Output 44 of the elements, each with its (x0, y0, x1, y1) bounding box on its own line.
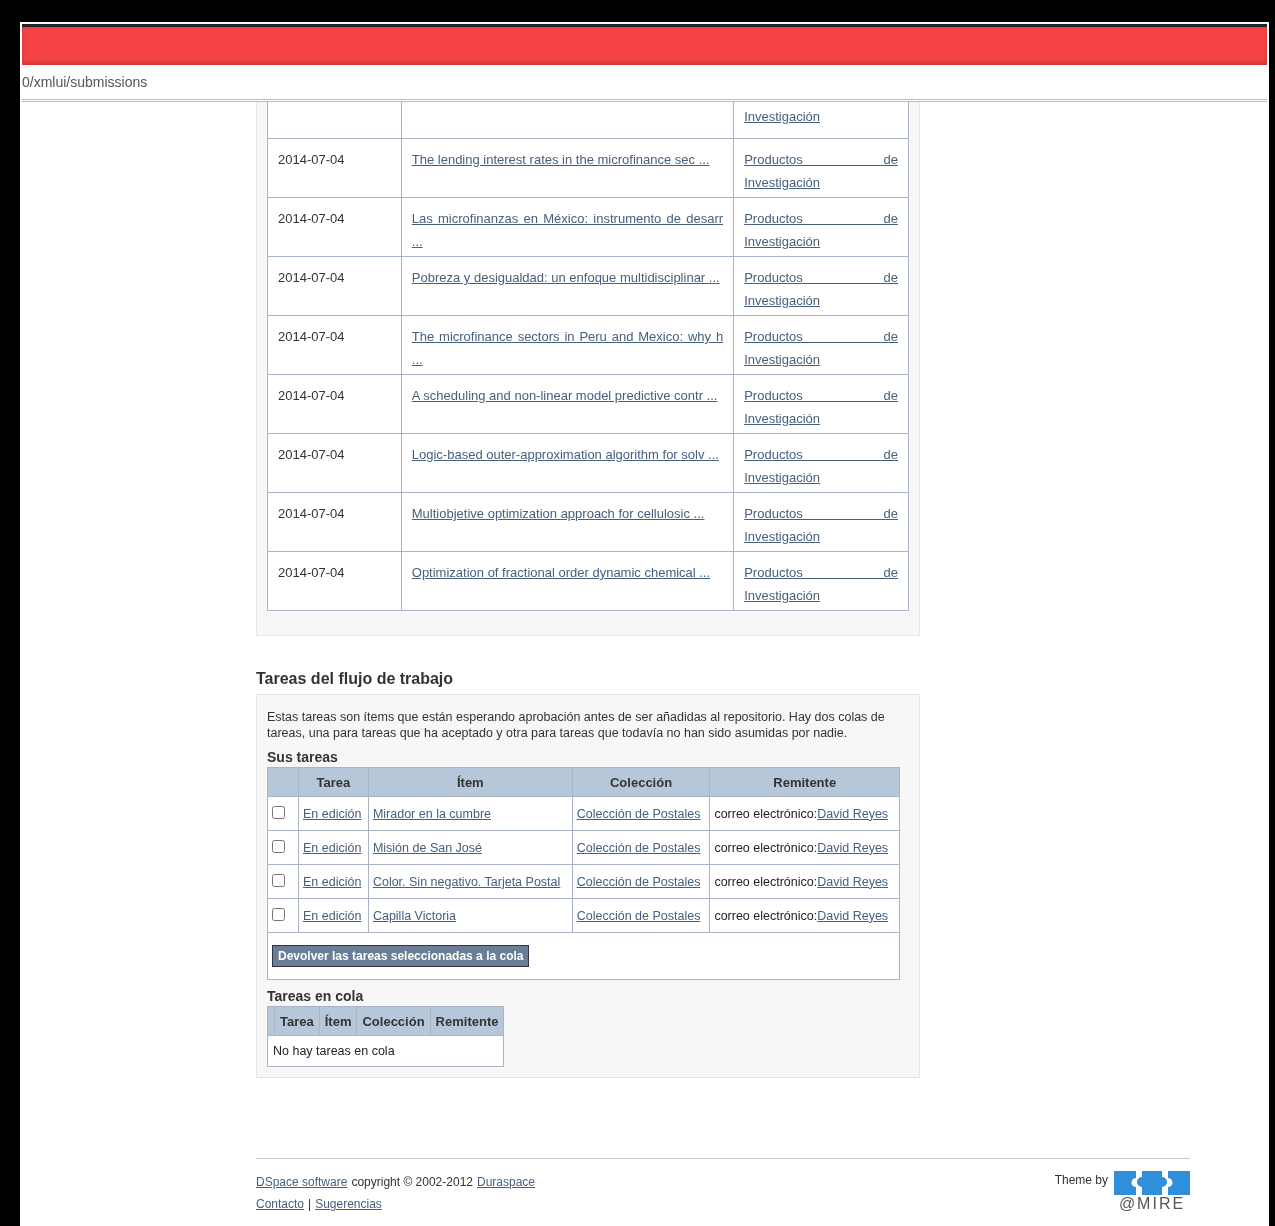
subsection-heading: Tareas en cola (267, 988, 365, 1004)
copyright-text: copyright © 2002-2012 (351, 1174, 473, 1191)
submitter-link[interactable]: David Reyes (817, 874, 889, 889)
checkbox[interactable] (272, 805, 285, 819)
date-text: 2014-07-04 (278, 506, 345, 521)
column-header: Remitente (430, 1006, 504, 1036)
date-text: 2014-07-04 (278, 270, 345, 285)
submitter-link[interactable]: David Reyes (817, 908, 889, 923)
column-header: Colección (356, 1006, 431, 1036)
puzzle-logo-icon (1114, 1171, 1190, 1195)
date-text: 2014-07-04 (278, 211, 345, 226)
organization-link[interactable]: Duraspace (477, 1171, 535, 1193)
date-text: 2014-07-04 (278, 152, 345, 167)
submitter-label: correo electrónico: (714, 874, 818, 889)
submitter-label: correo electrónico: (714, 908, 818, 923)
contact-link[interactable]: Contacto (256, 1193, 305, 1215)
item-link[interactable]: Capilla Victoria (372, 908, 457, 923)
section-heading: Tareas del flujo de trabajo (256, 670, 455, 688)
subsection-heading: Sus tareas (267, 749, 339, 765)
date-text: 2014-07-04 (278, 565, 345, 580)
empty-message: No hay tareas en cola (273, 1044, 395, 1058)
software-link[interactable]: DSpace software (256, 1171, 348, 1193)
submitter-label: correo electrónico: (714, 806, 818, 821)
column-header: Colección (572, 768, 710, 797)
column-header: Ítem (319, 1006, 357, 1036)
separator-text: | (308, 1196, 312, 1213)
submitter-link[interactable]: David Reyes (817, 806, 889, 821)
submitter-link[interactable]: David Reyes (817, 840, 889, 855)
date-text: 2014-07-04 (278, 447, 345, 462)
column-header: Tarea (298, 768, 369, 797)
description-text: Estas tareas son ítems que están esperando aprobación antes de ser añadidas al repositorio. Hay dos colas de tareas, una para tareas que ha aceptado y otra para tareas que todavía no han sido asumidas por nadie. (267, 709, 886, 741)
return-tasks-button[interactable]: Devolver las tareas seleccionadas a la cola (272, 945, 530, 967)
column-header: Ítem (368, 768, 573, 797)
date-text: 2014-07-04 (278, 329, 345, 344)
feedback-link[interactable]: Sugerencias (315, 1193, 382, 1215)
column-header: Tarea (274, 1006, 320, 1036)
checkbox[interactable] (272, 839, 285, 853)
logo-text: @MIRE (1118, 1195, 1186, 1213)
submitter-label: correo electrónico: (714, 840, 818, 855)
column-header: Remitente (709, 768, 899, 797)
theme-credit-text: Theme by (1054, 1173, 1108, 1187)
checkbox[interactable] (272, 873, 285, 887)
checkbox[interactable] (272, 907, 285, 921)
date-text: 2014-07-04 (278, 388, 345, 403)
